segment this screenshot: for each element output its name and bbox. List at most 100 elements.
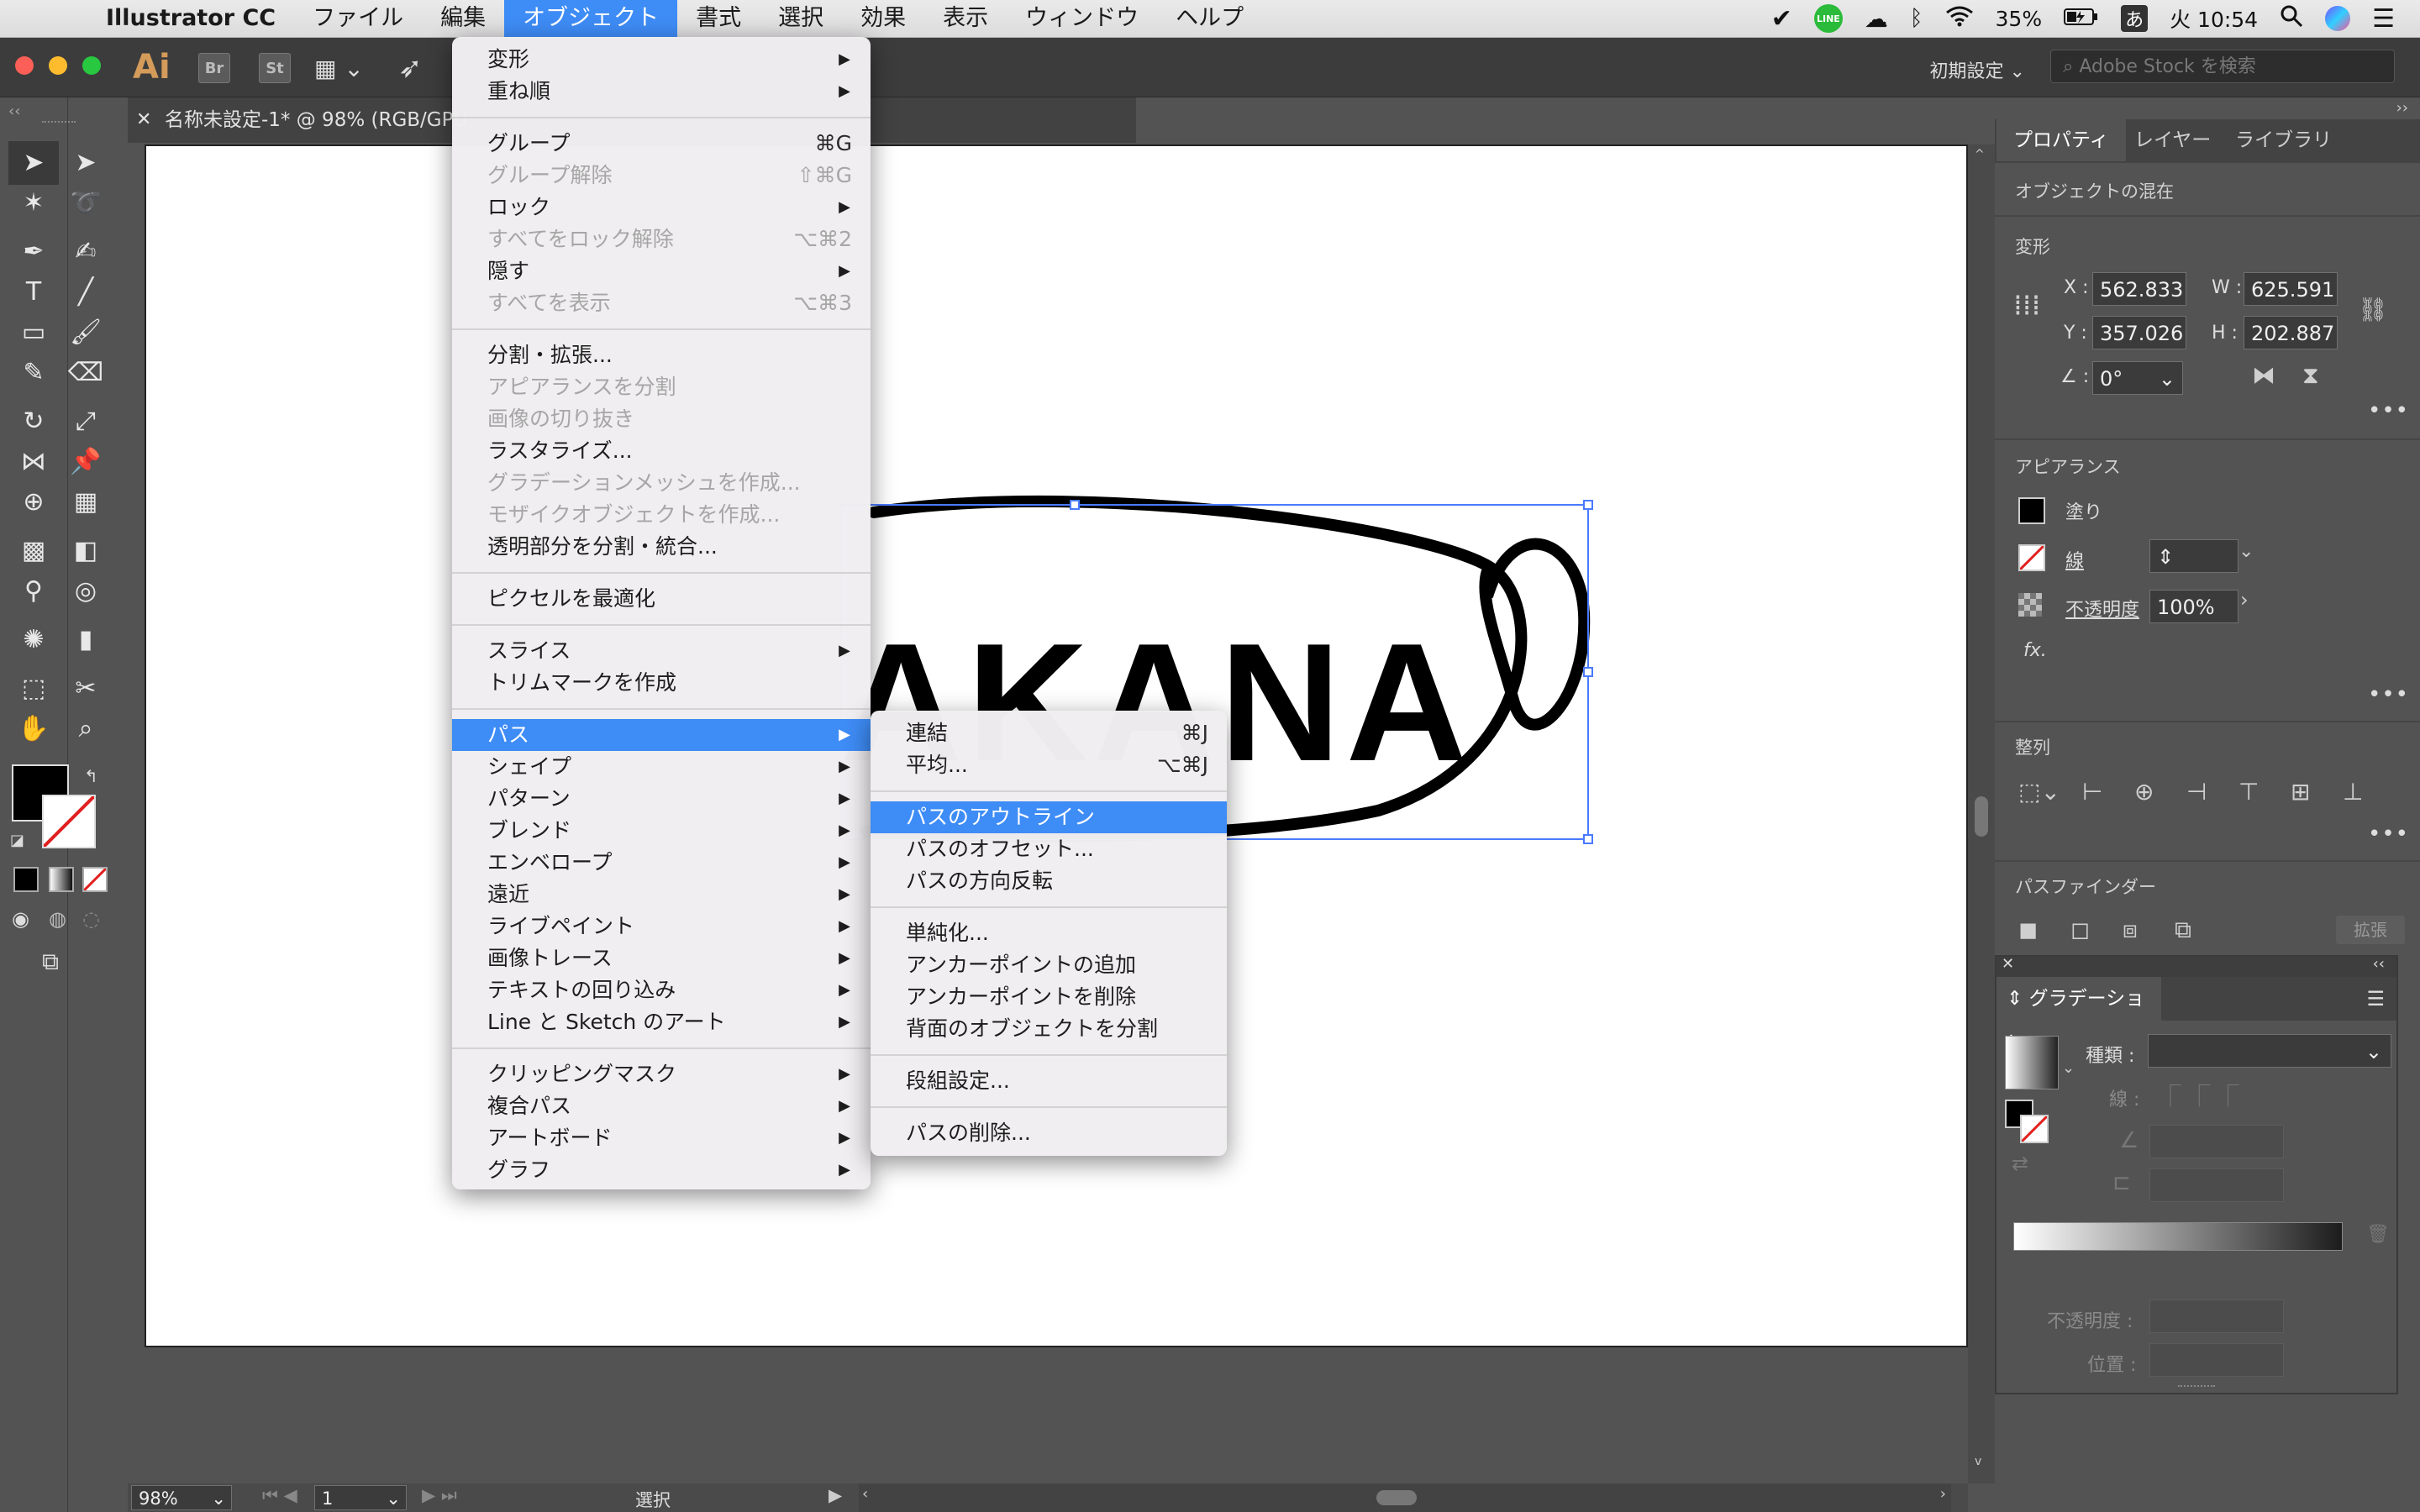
align-vertical-center-icon[interactable]: ⊞ [2291, 778, 2310, 806]
screen-mode-icon[interactable]: ⧉ [42, 948, 59, 976]
artboard-dropdown-icon[interactable]: ⌄ [386, 1486, 406, 1509]
column-graph-tool-icon[interactable]: ▮ [60, 618, 111, 662]
object-menu-item-20[interactable]: スライス ▶ [452, 635, 871, 667]
pen-tool-icon[interactable]: ✒ [8, 230, 59, 274]
stroke-weight-input[interactable]: ⇕ [2149, 539, 2238, 573]
none-mode-button[interactable] [82, 867, 108, 892]
path-menu-item-7[interactable]: 単純化... [871, 917, 1227, 949]
gpu-performance-icon[interactable]: ➶ [398, 51, 423, 85]
stroke-color-swatch[interactable] [42, 795, 96, 848]
align-to-selection-icon[interactable]: ⬚⌄ [2018, 778, 2060, 806]
eyedropper-tool-icon[interactable]: ⚲ [8, 570, 59, 613]
x-position-input[interactable]: 562.833 [2092, 272, 2186, 306]
object-menu-item-18[interactable]: ピクセルを最適化 [452, 583, 871, 615]
lasso-tool-icon[interactable]: ➰ [60, 181, 111, 225]
gradient-type-select[interactable]: ⌄ [2148, 1034, 2391, 1068]
stroke-swatch[interactable] [2018, 544, 2045, 571]
align-right-icon[interactable]: ⊣ [2186, 778, 2207, 806]
fx-button[interactable]: fx. [2023, 640, 2047, 661]
gradient-preview-swatch[interactable] [2005, 1036, 2059, 1089]
bbox-handle-top-center[interactable] [1070, 500, 1080, 510]
gradient-preset-dropdown-icon[interactable]: ⌄ [2062, 1059, 2075, 1077]
eraser-tool-icon[interactable]: ⌫ [60, 351, 111, 395]
tab-layers[interactable]: レイヤー [2118, 119, 2228, 161]
object-menu-item-28[interactable]: 遠近 ▶ [452, 879, 871, 911]
stroke-weight-dropdown-icon[interactable]: ⌄ [2238, 541, 2254, 562]
stroke-label[interactable]: 線 [2065, 546, 2084, 573]
object-menu-item-32[interactable]: Line と Sketch のアート ▶ [452, 1006, 871, 1038]
path-menu-item-1[interactable]: 平均... ⌥⌘J [871, 749, 1227, 781]
arrange-documents-icon[interactable]: ▦ ⌄ [314, 55, 364, 82]
constrain-proportions-icon[interactable]: ⛓ [2358, 296, 2388, 323]
path-menu-item-9[interactable]: アンカーポイントを削除 [871, 981, 1227, 1013]
bbox-handle-top-right[interactable] [1583, 500, 1593, 510]
selection-tool-icon[interactable]: ➤ [8, 141, 59, 185]
default-fill-stroke-icon[interactable]: ◪ [10, 832, 24, 849]
object-menu-item-37[interactable]: グラフ ▶ [452, 1154, 871, 1186]
scroll-down-icon[interactable]: v [1975, 1455, 1981, 1468]
close-gradient-panel-icon[interactable]: ✕ [2002, 955, 2014, 973]
pathfinder-unite-icon[interactable]: ◼ [2018, 916, 2038, 943]
horizontal-scrollbar-thumb[interactable] [1376, 1490, 1417, 1505]
notification-center-icon[interactable]: ☰ [2372, 4, 2395, 34]
flip-horizontal-icon[interactable]: ⧓ [2252, 361, 2275, 389]
menu-file[interactable]: ファイル [294, 0, 422, 37]
line-segment-tool-icon[interactable]: ╱ [60, 270, 111, 314]
workspace-switcher[interactable]: 初期設定 ⌄ [1930, 56, 2025, 83]
collapse-toolbar-icon[interactable]: ‹‹ [8, 102, 20, 120]
more-transform-options-icon[interactable]: ••• [2368, 398, 2409, 423]
artboard-number-input[interactable]: 1 ⌄ [314, 1485, 407, 1510]
object-menu-item-5[interactable]: ロック ▶ [452, 192, 871, 223]
scale-tool-icon[interactable]: ⤢ [60, 400, 111, 444]
adobe-stock-search-input[interactable]: ⌕ Adobe Stock を検索 [2050, 50, 2395, 83]
reference-point-icon[interactable]: ⁞⁞⁞ [2013, 289, 2040, 323]
battery-icon[interactable] [2064, 7, 2099, 31]
puppet-warp-tool-icon[interactable]: 📌 [60, 440, 111, 484]
creative-cloud-icon[interactable]: ☁ [1865, 5, 1888, 33]
object-menu-item-35[interactable]: 複合パス ▶ [452, 1090, 871, 1122]
symbol-sprayer-tool-icon[interactable]: ✺ [8, 618, 59, 662]
pathfinder-intersect-icon[interactable]: ⧈ [2123, 916, 2138, 944]
menu-effect[interactable]: 効果 [842, 0, 924, 37]
minimize-window-button[interactable] [49, 56, 67, 75]
tab-libraries[interactable]: ライブラリ [2218, 119, 2349, 161]
menu-edit[interactable]: 編集 [422, 0, 504, 37]
shape-builder-tool-icon[interactable]: ⊕ [8, 480, 59, 524]
path-menu-item-12[interactable]: 段組設定... [871, 1065, 1227, 1097]
object-menu-item-16[interactable]: 透明部分を分割・統合... [452, 531, 871, 563]
menu-window[interactable]: ウィンドウ [1007, 0, 1157, 37]
toolbar-grip[interactable] [42, 121, 76, 126]
menu-type[interactable]: 書式 [677, 0, 760, 37]
object-menu-item-7[interactable]: 隠す ▶ [452, 255, 871, 287]
scroll-right-icon[interactable]: › [1940, 1485, 1946, 1503]
magic-wand-tool-icon[interactable]: ✶ [8, 181, 59, 225]
close-document-icon[interactable]: ✕ [136, 97, 151, 143]
rectangle-tool-icon[interactable]: ▭ [8, 311, 59, 354]
swap-fill-stroke-icon[interactable]: ↰ [84, 766, 98, 786]
object-menu-item-13[interactable]: ラスタライズ... [452, 435, 871, 467]
object-menu-item-34[interactable]: クリッピングマスク ▶ [452, 1058, 871, 1090]
object-menu-item-29[interactable]: ライブペイント ▶ [452, 911, 871, 942]
path-menu-item-5[interactable]: パスの方向反転 [871, 865, 1227, 897]
object-menu-item-10[interactable]: 分割・拡張... [452, 339, 871, 371]
zoom-level-input[interactable]: 98% ⌄ [131, 1485, 232, 1510]
pathfinder-expand-button[interactable]: 拡張 [2336, 916, 2405, 944]
more-align-options-icon[interactable]: ••• [2368, 822, 2409, 847]
path-menu-item-8[interactable]: アンカーポイントの追加 [871, 949, 1227, 981]
object-menu-item-27[interactable]: エンベロープ ▶ [452, 847, 871, 879]
vertical-scrollbar-thumb[interactable] [1975, 796, 1988, 837]
object-menu-item-36[interactable]: アートボード ▶ [452, 1122, 871, 1154]
zoom-window-button[interactable] [82, 56, 101, 75]
apple-menu-icon[interactable] [0, 0, 87, 37]
first-artboard-icon[interactable]: ⏮ ◀ [262, 1485, 297, 1506]
gradient-stroke-swatch[interactable] [2020, 1115, 2049, 1143]
zoom-dropdown-icon[interactable]: ⌄ [211, 1486, 231, 1509]
curvature-tool-icon[interactable]: ✍ [60, 230, 111, 274]
menu-object[interactable]: オブジェクト [504, 0, 678, 37]
y-position-input[interactable]: 357.026 [2092, 316, 2186, 349]
object-menu-item-31[interactable]: テキストの回り込み ▶ [452, 974, 871, 1006]
paintbrush-tool-icon[interactable]: 🖌 [60, 311, 111, 354]
wifi-icon[interactable] [1945, 5, 1974, 32]
menu-select[interactable]: 選択 [760, 0, 842, 37]
artboard-tool-icon[interactable]: ⬚ [8, 667, 59, 711]
